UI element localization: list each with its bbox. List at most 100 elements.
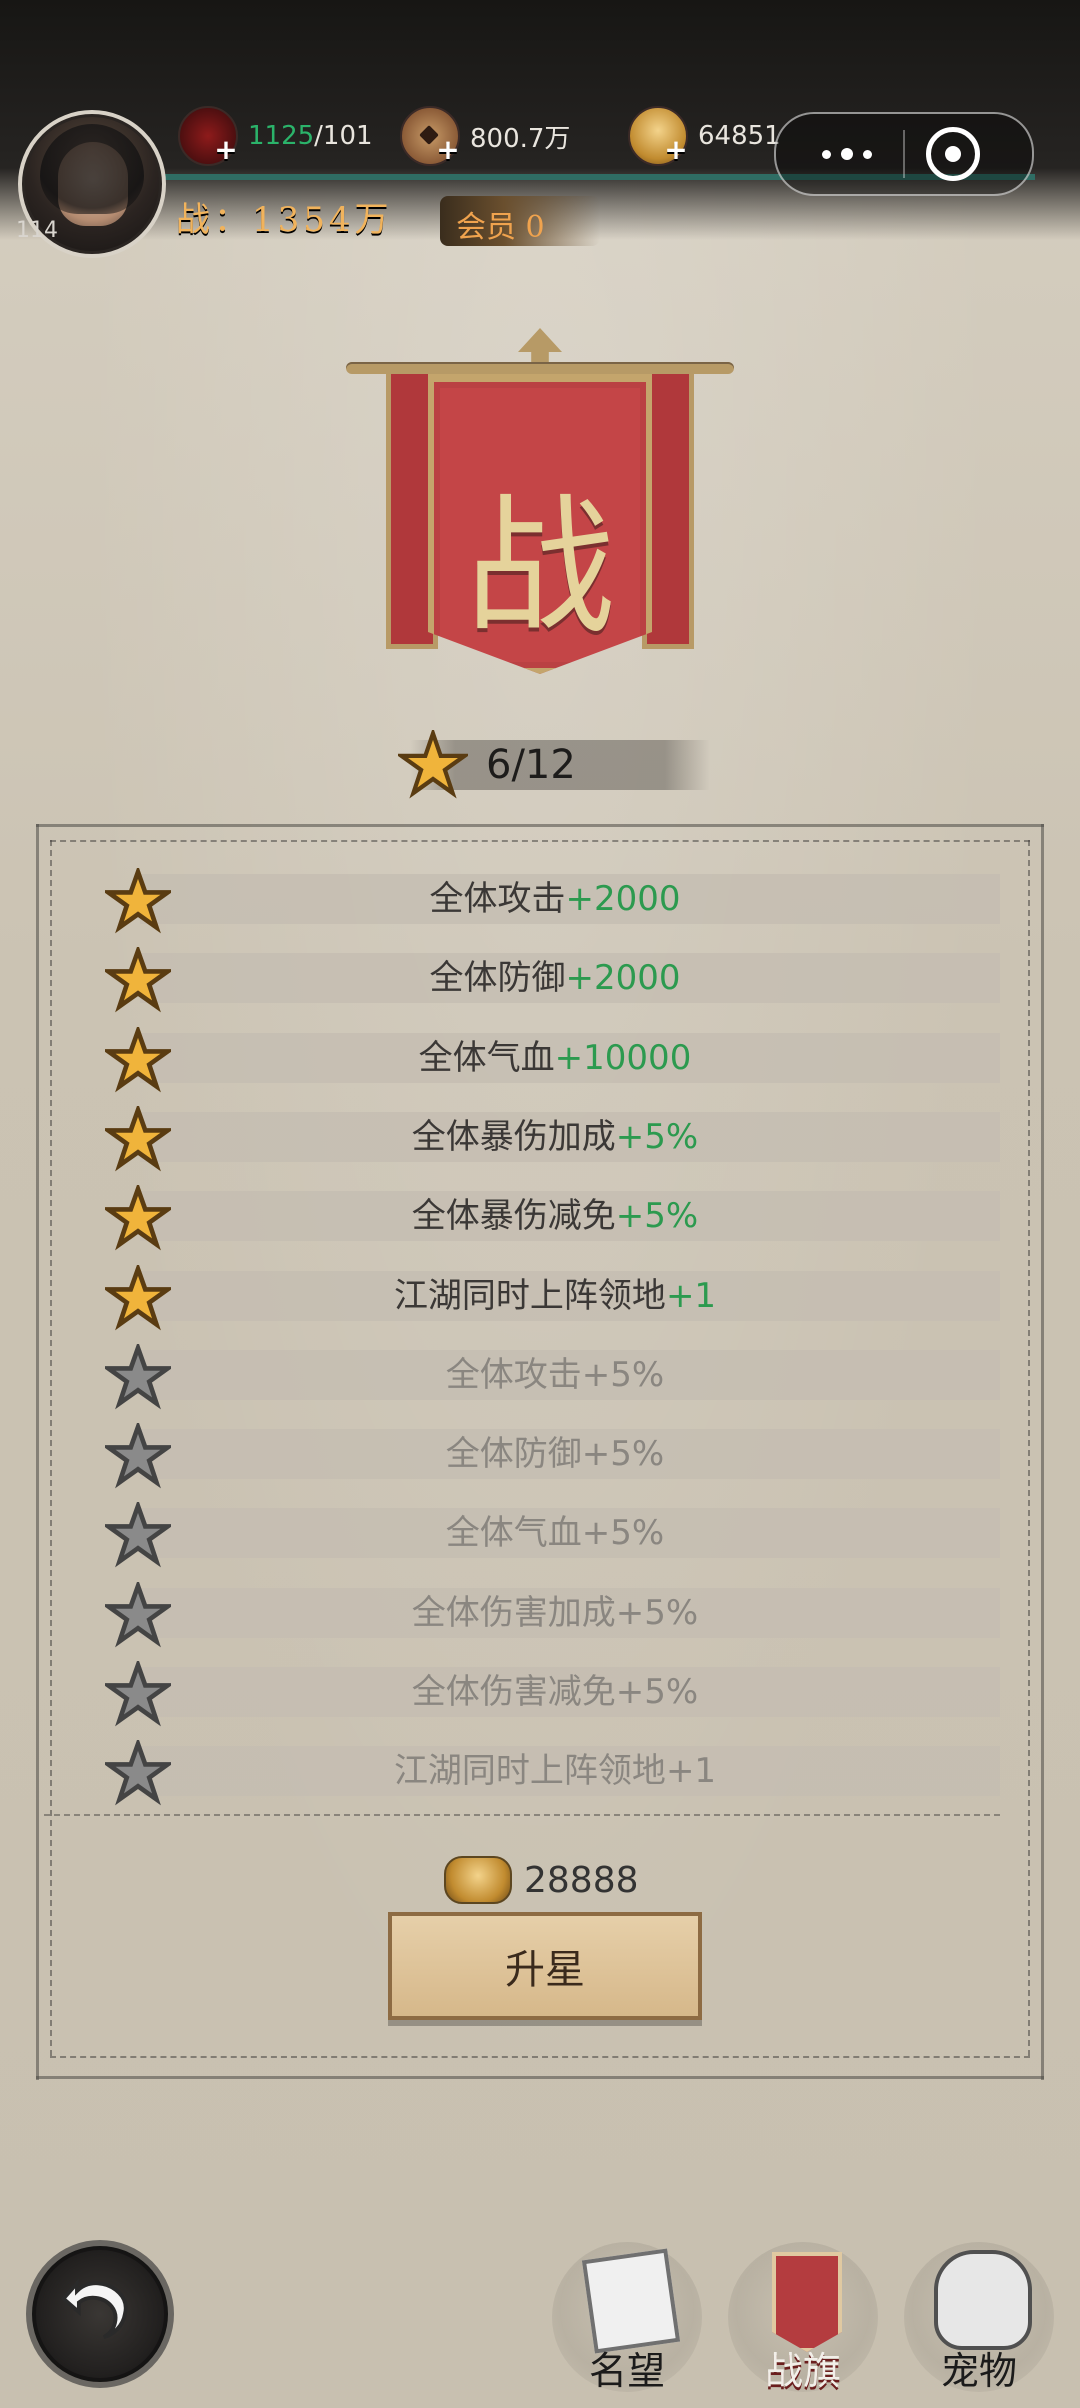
bonus-label: 江湖同时上阵领地+1	[105, 1746, 1005, 1796]
resource-jar-max: /101	[314, 121, 373, 151]
nav-war-banner[interactable]: 战旗	[728, 2242, 878, 2393]
jar-icon: +	[178, 106, 238, 166]
bonus-label: 全体伤害减免+5%	[105, 1667, 1005, 1717]
bonus-stat: 全体伤害减免	[411, 1672, 616, 1712]
bonus-value: +1	[665, 1751, 717, 1791]
bonus-row: 全体攻击+2000	[105, 862, 1005, 934]
vip-text: 会员 0	[456, 210, 545, 245]
bonus-label: 全体攻击+2000	[105, 874, 1005, 924]
upgrade-star-label: 升星	[505, 1947, 585, 1993]
back-button[interactable]	[26, 2240, 174, 2388]
nav-reputation[interactable]: 名望	[552, 2242, 702, 2393]
resource-jar[interactable]: + 1125/101	[178, 106, 373, 166]
panel-border-top	[36, 824, 1044, 827]
bonus-row: 全体暴伤减免+5%	[105, 1179, 1005, 1251]
nav-pet[interactable]: 宠物	[904, 2242, 1054, 2393]
combat-power: 战：1354万	[176, 200, 393, 240]
capsule-divider	[903, 130, 905, 178]
bonus-label: 江湖同时上阵领地+1	[105, 1271, 1005, 1321]
banner-icon	[772, 2252, 842, 2352]
resource-ingot-value: 64851	[698, 121, 781, 151]
upgrade-star-button[interactable]: 升星	[388, 1912, 702, 2020]
bonus-stat: 全体防御	[429, 958, 566, 998]
bonus-stat: 全体暴伤加成	[411, 1117, 616, 1157]
gold-ingot-icon: +	[628, 106, 688, 166]
bonus-label: 全体气血+10000	[105, 1033, 1005, 1083]
bonus-label: 全体防御+5%	[105, 1429, 1005, 1479]
target-icon[interactable]	[926, 127, 980, 181]
game-screen: 114 + 1125/101 + 800.7万 + 64851 战：1354万 …	[0, 0, 1080, 2408]
bonus-row: 江湖同时上阵领地+1	[105, 1259, 1005, 1331]
add-icon[interactable]: +	[664, 136, 688, 164]
bonus-value: +5%	[581, 1434, 665, 1474]
nav-war-banner-label: 战旗	[764, 2349, 841, 2393]
bonus-label: 全体防御+2000	[105, 953, 1005, 1003]
bonus-stat: 全体攻击	[429, 879, 566, 919]
gold-ingot-icon	[444, 1856, 512, 1904]
bonus-stat: 全体防御	[445, 1434, 582, 1474]
bonus-label: 全体暴伤加成+5%	[105, 1112, 1005, 1162]
bonus-stat: 全体伤害加成	[411, 1593, 616, 1633]
vip-badge[interactable]: 会员 0	[440, 196, 600, 246]
panel-border-bottom	[36, 2076, 1044, 2079]
panel-inner-right	[1028, 840, 1032, 2056]
panel-inner-top	[50, 840, 1030, 844]
bonus-row: 全体伤害加成+5%	[105, 1576, 1005, 1648]
resource-coin-value: 800.7万	[470, 123, 571, 154]
bonus-row: 全体伤害减免+5%	[105, 1655, 1005, 1727]
bonus-value: +1	[665, 1276, 717, 1316]
bonus-row: 全体气血+5%	[105, 1496, 1005, 1568]
bonus-row: 江湖同时上阵领地+1	[105, 1734, 1005, 1806]
panel-inner-left	[50, 840, 54, 2056]
bonus-stat: 全体气血	[418, 1038, 555, 1078]
panel-border-right	[1041, 824, 1044, 2080]
bonus-value: +5%	[581, 1355, 665, 1395]
bonus-stat: 全体暴伤减免	[411, 1196, 616, 1236]
upgrade-cost: 28888	[444, 1850, 639, 1910]
bonus-stat: 全体气血	[445, 1513, 582, 1553]
bonus-value: +2000	[565, 958, 681, 998]
star-progress-text: 6/12	[486, 742, 576, 788]
bonus-row: 全体气血+10000	[105, 1021, 1005, 1093]
coin-icon: +	[400, 106, 460, 166]
resource-ingot[interactable]: + 64851	[628, 106, 781, 166]
mini-program-capsule	[774, 112, 1034, 196]
panel-inner-bottom	[50, 2056, 1030, 2060]
bonus-row: 全体暴伤加成+5%	[105, 1100, 1005, 1172]
war-banner: 战	[330, 320, 750, 680]
nav-pet-label: 宠物	[940, 2349, 1017, 2393]
bonus-stat: 江湖同时上阵领地	[393, 1751, 666, 1791]
bonus-stat: 江湖同时上阵领地	[393, 1276, 666, 1316]
bonus-row: 全体攻击+5%	[105, 1338, 1005, 1410]
bonus-row: 全体防御+5%	[105, 1417, 1005, 1489]
panel-border-left	[36, 824, 39, 2080]
player-level: 114	[16, 218, 58, 243]
pet-icon	[934, 2250, 1032, 2350]
bonus-value: +10000	[554, 1038, 692, 1078]
bonus-label: 全体气血+5%	[105, 1508, 1005, 1558]
resource-coin[interactable]: + 800.7万	[400, 106, 570, 166]
bonus-label: 全体伤害加成+5%	[105, 1588, 1005, 1638]
bonus-label: 全体暴伤减免+5%	[105, 1191, 1005, 1241]
bonus-value: +5%	[615, 1196, 699, 1236]
document-icon	[581, 2248, 681, 2354]
list-divider	[44, 1814, 1000, 1818]
bonus-value: +5%	[615, 1593, 699, 1633]
bonus-value: +5%	[581, 1513, 665, 1553]
banner-glyph: 战	[464, 481, 615, 655]
back-arrow-icon	[60, 2278, 128, 2339]
bonus-row: 全体防御+2000	[105, 941, 1005, 1013]
bonus-label: 全体攻击+5%	[105, 1350, 1005, 1400]
more-dots-icon[interactable]	[812, 132, 882, 176]
bonus-value: +5%	[615, 1672, 699, 1712]
star-icon	[398, 730, 468, 800]
upgrade-cost-value: 28888	[524, 1859, 639, 1901]
banner-cloth: 战	[428, 374, 652, 674]
add-icon[interactable]: +	[436, 136, 460, 164]
star-progress: 6/12	[390, 730, 720, 800]
resource-jar-current: 1125	[248, 121, 315, 151]
bonus-stat: 全体攻击	[445, 1355, 582, 1395]
banner-pole	[346, 362, 734, 374]
add-icon[interactable]: +	[214, 136, 238, 164]
nav-reputation-label: 名望	[588, 2349, 665, 2393]
